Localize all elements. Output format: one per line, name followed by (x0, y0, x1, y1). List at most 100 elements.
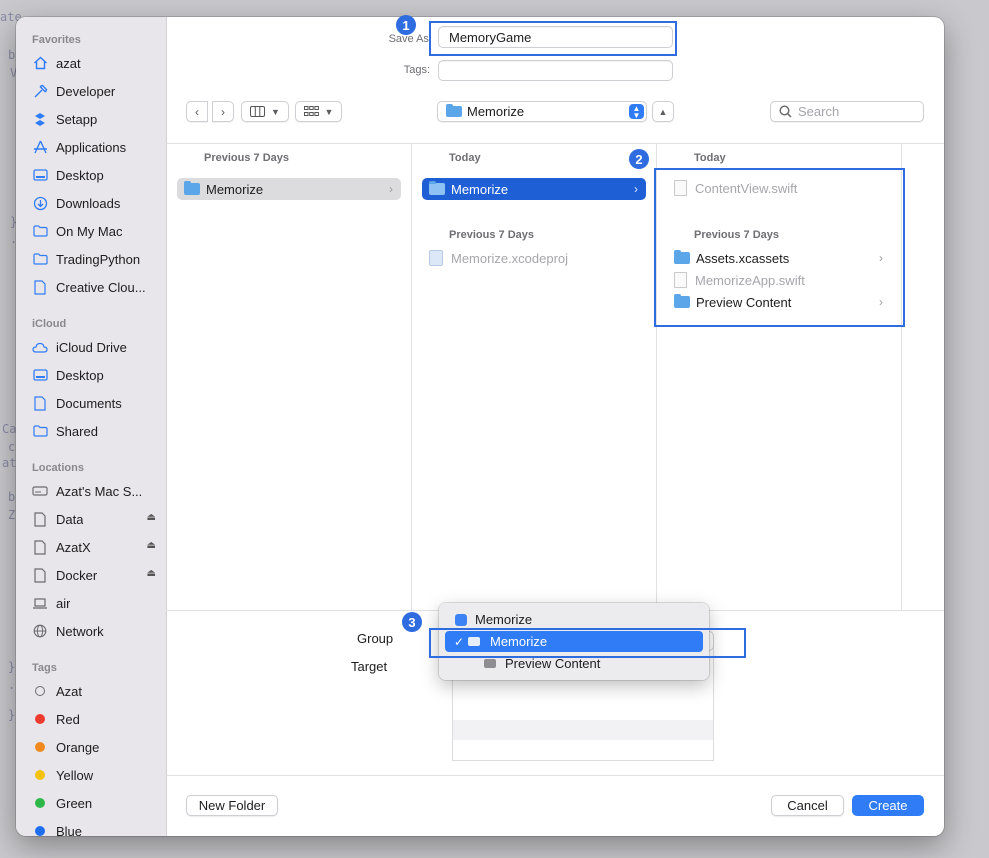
popup-item-memorize-app[interactable]: Memorize (445, 609, 703, 630)
sidebar-item-label: Green (56, 795, 93, 811)
list-item-memorize[interactable]: Memorize › (177, 178, 401, 200)
cancel-button[interactable]: Cancel (771, 795, 844, 816)
chevron-down-icon: ▼ (324, 106, 334, 117)
eject-icon[interactable]: ⏏ (147, 512, 156, 523)
chevron-right-icon: › (389, 182, 393, 196)
sidebar-item-label: AzatX (56, 539, 91, 555)
chevron-up-icon: ▲ (658, 106, 668, 117)
sidebar-item-desktop[interactable]: Desktop (30, 164, 162, 186)
shared-folder-icon (30, 423, 50, 439)
column-header: Today (449, 152, 481, 164)
column-1: Previous 7 Days Memorize › (166, 144, 412, 610)
folder-icon (429, 181, 445, 195)
sidebar-item-label: Blue (56, 823, 83, 837)
sidebar-item-on-my-mac[interactable]: On My Mac (30, 220, 162, 242)
cloud-icon (30, 339, 50, 355)
group-by-button[interactable]: ▼ (295, 101, 342, 122)
sidebar-item-setapp[interactable]: Setapp (30, 108, 162, 130)
popup-item-label: Memorize (475, 612, 533, 627)
code-fragment: } (8, 660, 16, 674)
columns-view-icon (250, 106, 266, 117)
search-field[interactable]: Search (770, 101, 924, 122)
sidebar-item-label: Creative Clou... (56, 279, 146, 295)
sidebar-item-creative-cloud[interactable]: Creative Clou... (30, 276, 162, 298)
view-columns-button[interactable]: ▼ (241, 101, 289, 122)
sidebar-section-icloud: iCloud (32, 318, 67, 330)
expand-toggle-button[interactable]: ▲ (652, 101, 674, 122)
sidebar-item-icloud-desktop[interactable]: Desktop (30, 364, 162, 386)
sidebar-tag-yellow[interactable]: Yellow (30, 764, 162, 786)
sidebar-item-label: Documents (56, 395, 122, 411)
sidebar-item-developer[interactable]: Developer (30, 80, 162, 102)
desktop-icon (30, 367, 50, 383)
sidebar-item-label: TradingPython (56, 251, 141, 267)
sidebar-item-azat[interactable]: azat (30, 52, 162, 74)
sidebar-item-icloud-drive[interactable]: iCloud Drive (30, 336, 162, 358)
list-item-memorize-selected[interactable]: Memorize › (422, 178, 646, 200)
list-item-label: Memorize (206, 181, 264, 197)
sidebar-item-label: Desktop (56, 167, 104, 183)
sidebar-item-tradingpython[interactable]: TradingPython (30, 248, 162, 270)
create-button[interactable]: Create (852, 795, 924, 816)
sidebar-tag-blue[interactable]: Blue (30, 820, 162, 836)
sidebar-item-data[interactable]: Data ⏏ (30, 508, 162, 530)
sidebar-item-downloads[interactable]: Downloads (30, 192, 162, 214)
sidebar-item-shared[interactable]: Shared (30, 420, 162, 442)
sidebar-item-label: air (56, 595, 71, 611)
code-fragment: b (8, 490, 16, 504)
sidebar-item-docker[interactable]: Docker ⏏ (30, 564, 162, 586)
sidebar-tag-red[interactable]: Red (30, 708, 162, 730)
chevron-right-icon: › (221, 104, 225, 119)
new-folder-button[interactable]: New Folder (186, 795, 278, 816)
save-dialog: Favorites azat Developer Setapp Applicat… (16, 17, 944, 836)
sidebar-tag-green[interactable]: Green (30, 792, 162, 814)
sidebar-item-network[interactable]: Network (30, 620, 162, 642)
code-fragment: . (8, 678, 16, 692)
annotation-badge-3: 3 (402, 612, 422, 632)
sidebar-section-favorites: Favorites (32, 34, 81, 46)
tag-dot-icon (30, 767, 50, 783)
sidebar-item-label: Desktop (56, 367, 104, 383)
sidebar-item-label: iCloud Drive (56, 339, 127, 355)
sidebar-item-mac-drive[interactable]: Azat's Mac S... (30, 480, 162, 502)
location-popup[interactable]: Memorize ▲ ▼ (437, 101, 647, 122)
column-header: Previous 7 Days (204, 152, 289, 164)
tag-dot-icon (30, 739, 50, 755)
folder-icon (30, 223, 50, 239)
targets-label: Target (351, 659, 388, 674)
sidebar-item-label: Shared (56, 423, 98, 439)
code-fragment: Ca (2, 422, 17, 436)
eject-icon[interactable]: ⏏ (147, 568, 156, 579)
home-icon (30, 55, 50, 71)
applications-icon (30, 139, 50, 155)
sidebar-item-label: azat (56, 55, 81, 71)
back-button[interactable]: ‹ (186, 101, 208, 122)
sidebar-tag-azat[interactable]: Azat (30, 680, 162, 702)
column-header: Today (694, 152, 726, 164)
code-fragment: c (8, 440, 16, 454)
sidebar-item-label: Docker (56, 567, 98, 583)
group-label: Group (357, 631, 394, 646)
eject-icon[interactable]: ⏏ (147, 540, 156, 551)
laptop-icon (30, 595, 50, 611)
sidebar-item-air[interactable]: air (30, 592, 162, 614)
popup-item-label: Preview Content (505, 656, 601, 671)
tag-dot-icon (30, 795, 50, 811)
sidebar-item-documents[interactable]: Documents (30, 392, 162, 414)
chevron-down-icon: ▼ (271, 106, 280, 117)
tag-dot-icon (30, 823, 50, 836)
sidebar-item-applications[interactable]: Applications (30, 136, 162, 158)
sidebar-tag-orange[interactable]: Orange (30, 736, 162, 758)
list-item-label: Memorize (451, 181, 509, 197)
updown-chevron-icon: ▲ ▼ (629, 104, 644, 119)
sidebar-item-label: Downloads (56, 195, 121, 211)
sidebar-item-azatx[interactable]: AzatX ⏏ (30, 536, 162, 558)
folder-icon (446, 104, 462, 117)
annotation-badge-2: 2 (629, 149, 649, 169)
tags-field[interactable] (438, 60, 673, 81)
sidebar-item-label: Developer (56, 83, 116, 99)
forward-button[interactable]: › (212, 101, 234, 122)
setapp-icon (30, 111, 50, 127)
grid-view-icon (303, 106, 319, 116)
code-fragment: b (8, 48, 16, 62)
